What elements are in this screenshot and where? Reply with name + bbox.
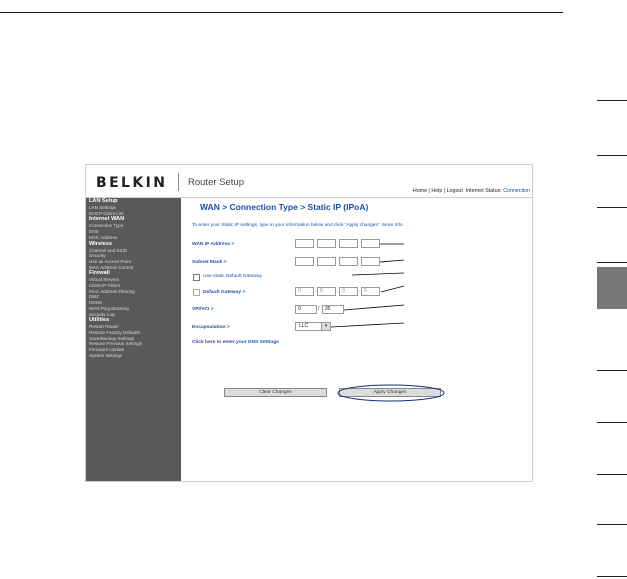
help-link[interactable]: Help — [431, 188, 442, 194]
callout-line — [351, 272, 405, 276]
internet-status-value: Connection — [503, 188, 530, 194]
home-link[interactable]: Home — [413, 188, 427, 194]
router-header: BELKIN Router Setup Home | Help | Logout… — [86, 165, 532, 198]
top-nav: Home | Help | Logout Internet Status: Co… — [412, 188, 530, 194]
apply-highlight-ellipse — [337, 384, 445, 402]
sidebar-section-heading: Utilities — [89, 317, 110, 324]
side-section-mark — [597, 474, 627, 475]
belkin-logo: BELKIN — [96, 175, 168, 191]
callout-line — [343, 304, 405, 311]
side-section-mark — [597, 262, 627, 263]
router-screenshot: BELKIN Router Setup Home | Help | Logout… — [85, 164, 533, 482]
sidebar-section-heading: Internet WAN — [89, 216, 125, 223]
callout-line — [380, 285, 405, 293]
side-section-mark — [597, 207, 627, 208]
side-section-mark — [597, 370, 627, 371]
logo-divider — [178, 173, 179, 191]
side-section-mark — [597, 576, 627, 577]
sidebar-section-heading: LAN Setup — [89, 198, 118, 204]
callout-line — [330, 322, 405, 328]
main-content: WAN > Connection Type > Static IP (IPoA)… — [182, 198, 532, 481]
callout-lines — [330, 243, 445, 402]
page-top-rule — [0, 12, 563, 13]
sidebar-section-heading: Wireless — [89, 240, 112, 247]
side-section-tab-active — [597, 267, 627, 309]
logout-link[interactable]: Logout — [447, 188, 463, 194]
router-setup-title: Router Setup — [188, 177, 244, 188]
side-section-mark — [597, 155, 627, 156]
side-section-mark — [597, 422, 627, 423]
sidebar-section-heading: Firewall — [89, 270, 110, 277]
side-section-mark — [597, 100, 627, 101]
sidebar-nav: LAN Setup LAN Settings DHCP Client List Int… — [86, 198, 181, 481]
internet-status-label: Internet Status: — [465, 188, 502, 194]
callout-line — [379, 259, 405, 263]
side-section-mark — [597, 524, 627, 525]
sidebar-item[interactable]: System Settings — [86, 353, 181, 359]
